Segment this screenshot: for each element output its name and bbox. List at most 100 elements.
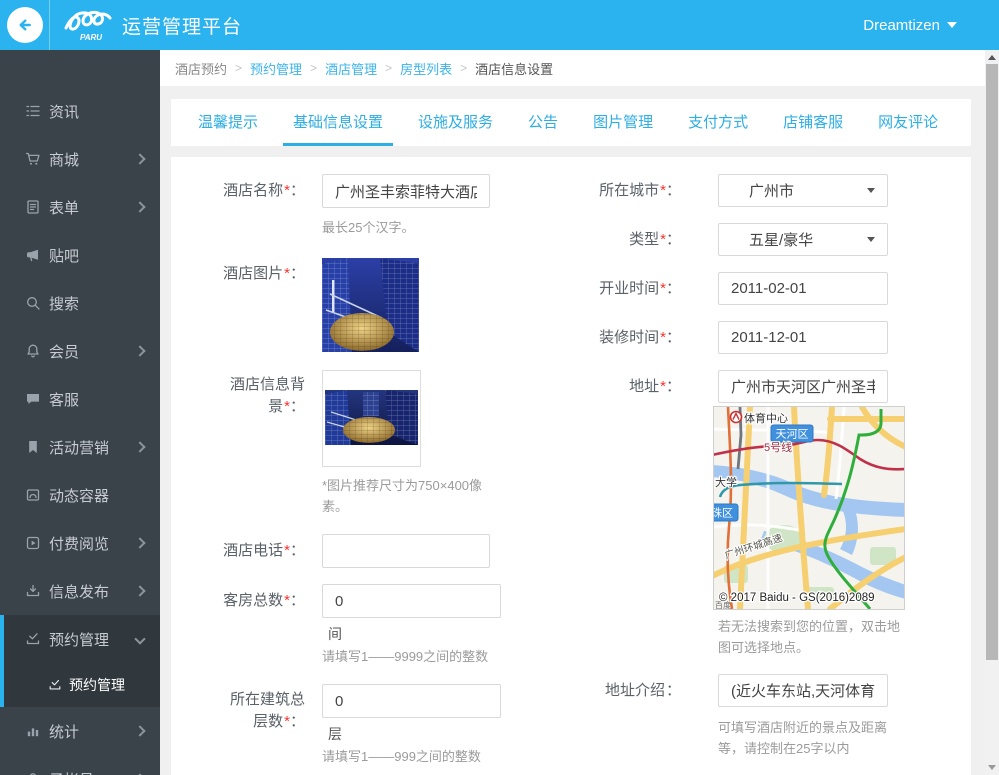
user-menu-caret-icon: [947, 22, 957, 28]
map-label-line5: 5号线: [764, 440, 792, 454]
tab-3[interactable]: 公告: [518, 99, 568, 146]
baidu-map[interactable]: 体育中心 天河区 5号线 大学 珠区 广州环城高速 百度 © 2017 Baid…: [713, 406, 905, 610]
paidview-icon: [25, 535, 41, 551]
scroll-down-arrow-icon[interactable]: [988, 765, 996, 770]
sidebar-item-3[interactable]: 贴吧: [0, 231, 160, 279]
scroll-up-arrow-icon[interactable]: [988, 55, 996, 60]
tab-7[interactable]: 网友评论: [868, 99, 948, 146]
sidebar-item-12[interactable]: 统计: [0, 707, 160, 755]
tab-0[interactable]: 温馨提示: [188, 99, 268, 146]
breadcrumb-separator: >: [235, 61, 243, 75]
address-intro-hint: 可填写酒店附近的景点及距离等，请控制在25字以内: [718, 720, 888, 756]
list-icon: [25, 103, 41, 119]
sidebar-item-label: 客服: [49, 391, 80, 409]
sidebar-item-13[interactable]: 子帐号: [0, 755, 160, 775]
sidebar-item-label: 预约管理: [49, 631, 110, 649]
booking-icon: [25, 631, 41, 647]
tab-bar: 温馨提示 基础信息设置 设施及服务 公告 图片管理 支付方式 店铺客服 网友评论: [171, 99, 971, 146]
cart-icon: [25, 151, 41, 167]
user-menu[interactable]: Dreamtizen: [863, 0, 957, 50]
breadcrumb-item-2[interactable]: 酒店管理: [325, 59, 377, 78]
chevron-right-icon: [134, 725, 146, 737]
tab-1[interactable]: 基础信息设置: [283, 99, 394, 146]
scrollbar-thumb[interactable]: [986, 64, 998, 660]
brand-logo-icon: PARU: [64, 11, 112, 42]
sidebar: 资讯 商城 表单 贴吧 搜索 会员 客服 活动营销 动态容器 付费阅览 信息发布 预约管理 预约管理 统计…: [0, 50, 160, 775]
sidebar-item-6[interactable]: 客服: [0, 375, 160, 423]
room-total-input[interactable]: [322, 584, 501, 618]
sidebar-item-label: 付费阅览: [49, 535, 110, 553]
sidebar-item-0[interactable]: 资讯: [0, 87, 160, 135]
map-label-university: 大学: [715, 475, 737, 489]
city-select[interactable]: 广州市: [718, 174, 888, 207]
sidebar-item-1[interactable]: 商城: [0, 135, 160, 183]
topbar-divider: [49, 0, 50, 50]
map-label-district: 天河区: [776, 428, 809, 441]
hotel-bg-hint: *图片推荐尺寸为750×400像素。: [322, 478, 483, 514]
sidebar-item-label: 搜索: [49, 295, 80, 313]
chat-icon: [25, 391, 41, 407]
user-name: Dreamtizen: [863, 16, 940, 34]
map-copyright: © 2017 Baidu - GS(2016)2089: [719, 592, 875, 604]
chevron-right-icon: [134, 585, 146, 597]
sidebar-item-label: 表单: [49, 199, 80, 217]
tab-4[interactable]: 图片管理: [583, 99, 663, 146]
type-select-caret-icon: [867, 237, 875, 242]
chevron-down-icon: [134, 633, 146, 645]
type-label: 类型*：: [629, 231, 681, 248]
hotel-name-input[interactable]: [322, 174, 490, 208]
sidebar-item-label: 商城: [49, 151, 80, 169]
megaphone-icon: [25, 247, 41, 263]
floor-total-input[interactable]: [322, 684, 501, 718]
back-arrow-icon: [19, 19, 31, 31]
sidebar-subitem-11-0[interactable]: 预约管理: [0, 663, 160, 707]
room-total-hint: 请填写1——9999之间的整数: [322, 649, 489, 664]
tab-2[interactable]: 设施及服务: [408, 99, 503, 146]
open-date-input[interactable]: [718, 272, 888, 305]
sidebar-item-5[interactable]: 会员: [0, 327, 160, 375]
address-intro-input[interactable]: [718, 674, 888, 707]
sidebar-item-9[interactable]: 付费阅览: [0, 519, 160, 567]
chevron-right-icon: [134, 345, 146, 357]
breadcrumb: 酒店预约 > 预约管理 > 酒店管理 > 房型列表 > 酒店信息设置: [160, 50, 985, 86]
open-date-label: 开业时间*：: [599, 280, 681, 297]
address-label: 地址*：: [629, 378, 681, 395]
tab-6[interactable]: 店铺客服: [773, 99, 853, 146]
sidebar-item-2[interactable]: 表单: [0, 183, 160, 231]
sidebar-item-label: 贴吧: [49, 247, 80, 265]
sidebar-item-label: 会员: [49, 343, 80, 361]
back-button[interactable]: [7, 7, 43, 43]
sidebar-item-label: 信息发布: [49, 583, 110, 601]
sidebar-item-label: 资讯: [49, 103, 80, 121]
tab-5[interactable]: 支付方式: [678, 99, 758, 146]
sidebar-item-10[interactable]: 信息发布: [0, 567, 160, 615]
brand-logo-subtext: PARU: [80, 33, 102, 42]
hotel-bg-photo[interactable]: [322, 370, 421, 467]
breadcrumb-item-1[interactable]: 预约管理: [250, 59, 302, 78]
stats-icon: [25, 723, 41, 739]
map-label-stadium: 体育中心: [744, 411, 788, 425]
city-select-value: 广州市: [749, 183, 795, 200]
vertical-scrollbar[interactable]: [985, 50, 999, 775]
sidebar-item-4[interactable]: 搜索: [0, 279, 160, 327]
address-intro-label: 地址介绍：: [604, 682, 681, 699]
chevron-right-icon: [134, 153, 146, 165]
bell-icon: [25, 343, 41, 359]
address-input[interactable]: [718, 370, 888, 403]
brand-title: 运营管理平台: [122, 16, 243, 38]
breadcrumb-separator: >: [385, 61, 393, 75]
bookmark-icon: [25, 439, 41, 455]
hotel-photo[interactable]: [322, 258, 419, 352]
sidebar-item-8[interactable]: 动态容器: [0, 471, 160, 519]
hotel-phone-input[interactable]: [322, 534, 490, 568]
type-select[interactable]: 五星/豪华: [718, 223, 888, 256]
chevron-right-icon: [134, 201, 146, 213]
breadcrumb-item-3[interactable]: 房型列表: [400, 59, 452, 78]
renovate-date-label: 装修时间*：: [599, 329, 681, 346]
sidebar-item-11[interactable]: 预约管理: [0, 615, 160, 663]
sidebar-item-7[interactable]: 活动营销: [0, 423, 160, 471]
sidebar-subitem-label: 预约管理: [69, 677, 125, 693]
chevron-right-icon: [134, 441, 146, 453]
hotel-info-form: 酒店名称*： 最长25个汉字。 酒店图片*：: [171, 157, 971, 775]
renovate-date-input[interactable]: [718, 321, 888, 354]
